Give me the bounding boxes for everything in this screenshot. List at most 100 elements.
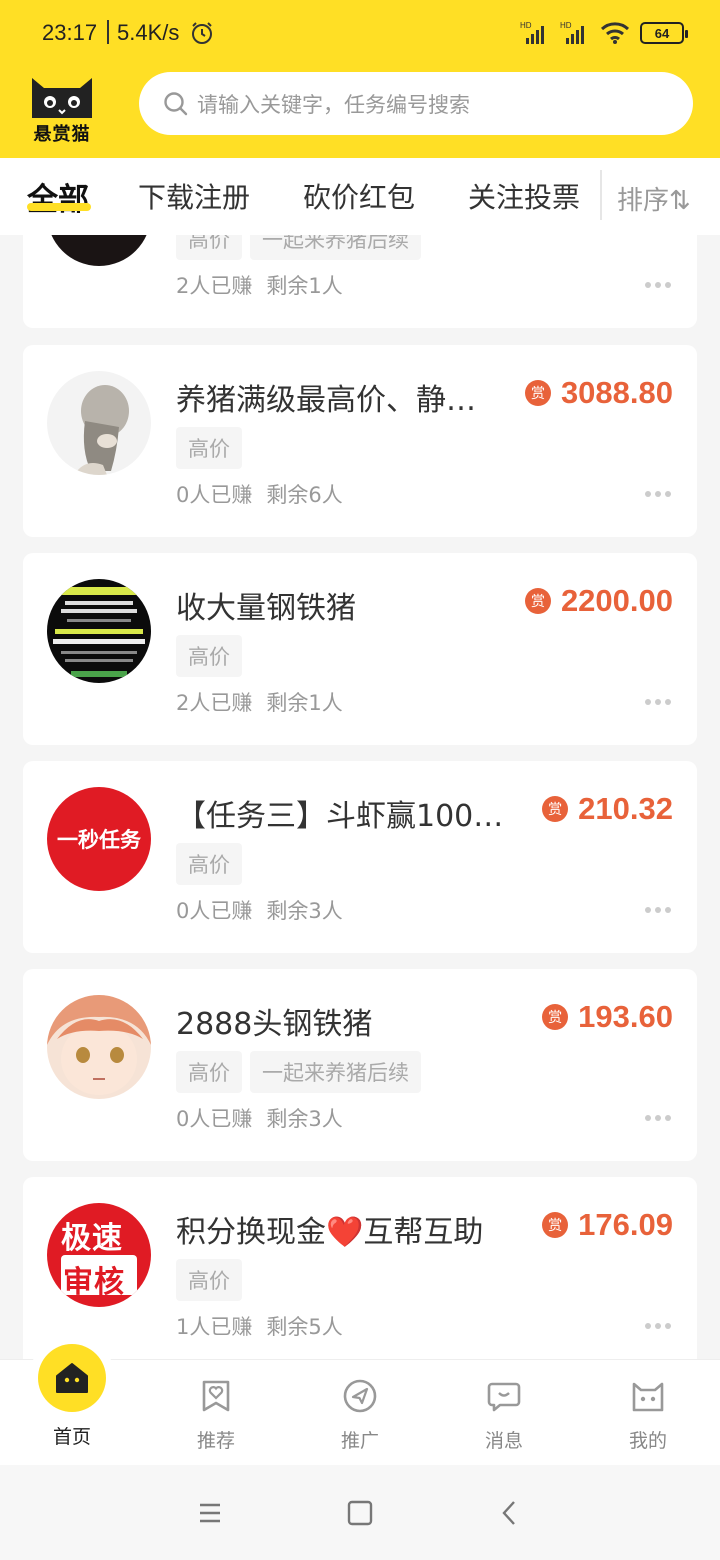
reward-amount: 2200.00 — [560, 583, 673, 618]
task-list[interactable]: 高价 一起来养猪后续 2人已赚 剩余1人 养猪满级最高价、静… 赏 3088.80… — [0, 235, 720, 1359]
task-earned: 0人已赚 — [176, 483, 253, 507]
home-square-icon[interactable] — [344, 1497, 376, 1529]
task-tags: 高价 — [176, 635, 242, 677]
status-right: HD HD 64 — [520, 18, 688, 48]
task-tag: 高价 — [176, 235, 242, 260]
search-bar[interactable]: 请输入关键字，任务编号搜索 — [139, 72, 693, 135]
task-card[interactable]: 2888头钢铁猪 赏 193.60 高价 一起来养猪后续 0人已赚 剩余3人 — [23, 969, 697, 1161]
task-meta: 2人已赚 剩余1人 — [176, 270, 343, 300]
task-reward: 赏 3088.80 — [524, 375, 673, 411]
task-avatar — [47, 371, 151, 475]
reward-amount: 3088.80 — [560, 375, 673, 410]
sort-button[interactable]: 排序⇅ — [617, 180, 691, 217]
task-earned: 0人已赚 — [176, 899, 253, 923]
nav-item-home[interactable] — [38, 1344, 106, 1412]
task-tags: 高价 — [176, 427, 242, 469]
task-remaining: 剩余1人 — [266, 691, 343, 715]
message-icon — [487, 1382, 521, 1412]
task-title: 收大量钢铁猪 — [176, 591, 356, 626]
reward-badge-icon: 赏 — [524, 588, 551, 614]
task-remaining: 剩余1人 — [266, 274, 343, 298]
more-options-icon[interactable] — [645, 1115, 671, 1121]
task-tags: 高价 — [176, 843, 242, 885]
tab-follow-vote[interactable]: 关注投票 — [468, 176, 580, 216]
status-time: 23:17 — [42, 20, 98, 45]
girl-sketch-icon — [73, 385, 129, 475]
task-meta: 2人已赚 剩余1人 — [176, 687, 343, 717]
profile-cat-icon — [632, 1382, 664, 1412]
task-reward: 赏 176.09 — [542, 1207, 673, 1243]
task-meta: 0人已赚 剩余3人 — [176, 895, 343, 925]
task-avatar — [47, 995, 151, 1099]
more-options-icon[interactable] — [645, 699, 671, 705]
task-avatar — [47, 235, 151, 266]
nav-label: 推广 — [340, 1430, 379, 1452]
nav-item-profile[interactable]: 我的 — [576, 1360, 720, 1466]
reward-amount: 176.09 — [578, 1207, 673, 1242]
search-icon — [164, 91, 188, 115]
app-header: 23:17 5.4K/s HD HD 64 悬赏猫 请输入关键字，任务编号搜索 — [0, 0, 720, 158]
nav-item-promote[interactable]: 推广 — [288, 1360, 432, 1466]
reward-amount: 193.60 — [578, 999, 673, 1034]
menu-icon[interactable] — [194, 1497, 226, 1529]
more-options-icon[interactable] — [645, 907, 671, 913]
task-tags: 高价 — [176, 1259, 242, 1301]
nav-label: 我的 — [628, 1430, 667, 1452]
task-card[interactable]: 一秒任务 【任务三】斗虾赢100… 赏 210.32 高价 0人已赚 剩余3人 — [23, 761, 697, 953]
task-card[interactable]: 养猪满级最高价、静… 赏 3088.80 高价 0人已赚 剩余6人 — [23, 345, 697, 537]
task-title: 【任务三】斗虾赢100… — [176, 799, 504, 834]
avatar-label: 一秒任务 — [57, 828, 141, 852]
task-meta: 0人已赚 剩余3人 — [176, 1103, 343, 1133]
app-logo[interactable]: 悬赏猫 — [26, 70, 98, 145]
tab-all[interactable]: 全部 — [27, 174, 89, 219]
task-reward: 赏 193.60 — [542, 999, 673, 1035]
task-title: 积分换现金❤️互帮互助 — [176, 1215, 484, 1250]
task-remaining: 剩余5人 — [266, 1315, 343, 1339]
nav-label: 推荐 — [196, 1430, 235, 1452]
task-tag: 高价 — [176, 1051, 242, 1093]
category-tabs: 全部 下载注册 砍价红包 关注投票 排序⇅ — [0, 158, 720, 235]
text-poster-icon — [53, 587, 145, 677]
reward-badge-icon: 赏 — [542, 1004, 569, 1030]
task-tag: 一起来养猪后续 — [250, 1051, 421, 1093]
nav-item-message[interactable]: 消息 — [432, 1360, 576, 1466]
task-title: 2888头钢铁猪 — [176, 1007, 373, 1042]
wifi-icon — [600, 22, 630, 44]
task-earned: 0人已赚 — [176, 1107, 253, 1131]
home-icon — [56, 1363, 88, 1393]
tab-divider — [600, 170, 602, 220]
task-card[interactable]: 极速 审核 积分换现金❤️互帮互助 赏 176.09 高价 1人已赚 剩余5人 — [23, 1177, 697, 1359]
task-remaining: 剩余6人 — [266, 483, 343, 507]
task-card[interactable]: 高价 一起来养猪后续 2人已赚 剩余1人 — [23, 235, 697, 328]
task-remaining: 剩余3人 — [266, 1107, 343, 1131]
brand-name: 悬赏猫 — [33, 124, 91, 145]
task-card[interactable]: 收大量钢铁猪 赏 2200.00 高价 2人已赚 剩余1人 — [23, 553, 697, 745]
task-tag: 高价 — [176, 635, 242, 677]
task-avatar — [47, 579, 151, 683]
task-meta: 1人已赚 剩余5人 — [176, 1311, 343, 1341]
more-options-icon[interactable] — [645, 282, 671, 288]
nav-label: 消息 — [484, 1430, 523, 1452]
battery-indicator: 64 — [640, 22, 688, 44]
more-options-icon[interactable] — [645, 491, 671, 497]
tab-download-register[interactable]: 下载注册 — [138, 176, 250, 216]
task-meta: 0人已赚 剩余6人 — [176, 479, 343, 509]
task-avatar: 一秒任务 — [47, 787, 151, 891]
signal-hd-label: HD — [560, 21, 572, 30]
promote-icon — [343, 1379, 377, 1413]
status-bar: 23:17 5.4K/s HD HD 64 — [0, 0, 720, 66]
nav-item-recommend[interactable]: 推荐 — [144, 1360, 288, 1466]
status-network-speed: 5.4K/s — [117, 20, 180, 45]
signal-icon: HD — [520, 21, 544, 44]
tab-bargain-redpacket[interactable]: 砍价红包 — [303, 176, 415, 216]
task-reward: 赏 2200.00 — [524, 583, 673, 619]
task-tag: 高价 — [176, 843, 242, 885]
signal-hd-label: HD — [520, 21, 532, 30]
task-earned: 2人已赚 — [176, 274, 253, 298]
back-icon[interactable] — [494, 1497, 526, 1529]
system-nav-bar — [0, 1465, 720, 1560]
task-tags: 高价 一起来养猪后续 — [176, 1051, 421, 1093]
reward-badge-icon: 赏 — [542, 1212, 569, 1238]
more-options-icon[interactable] — [645, 1323, 671, 1329]
nav-label-home[interactable]: 首页 — [0, 1422, 144, 1449]
